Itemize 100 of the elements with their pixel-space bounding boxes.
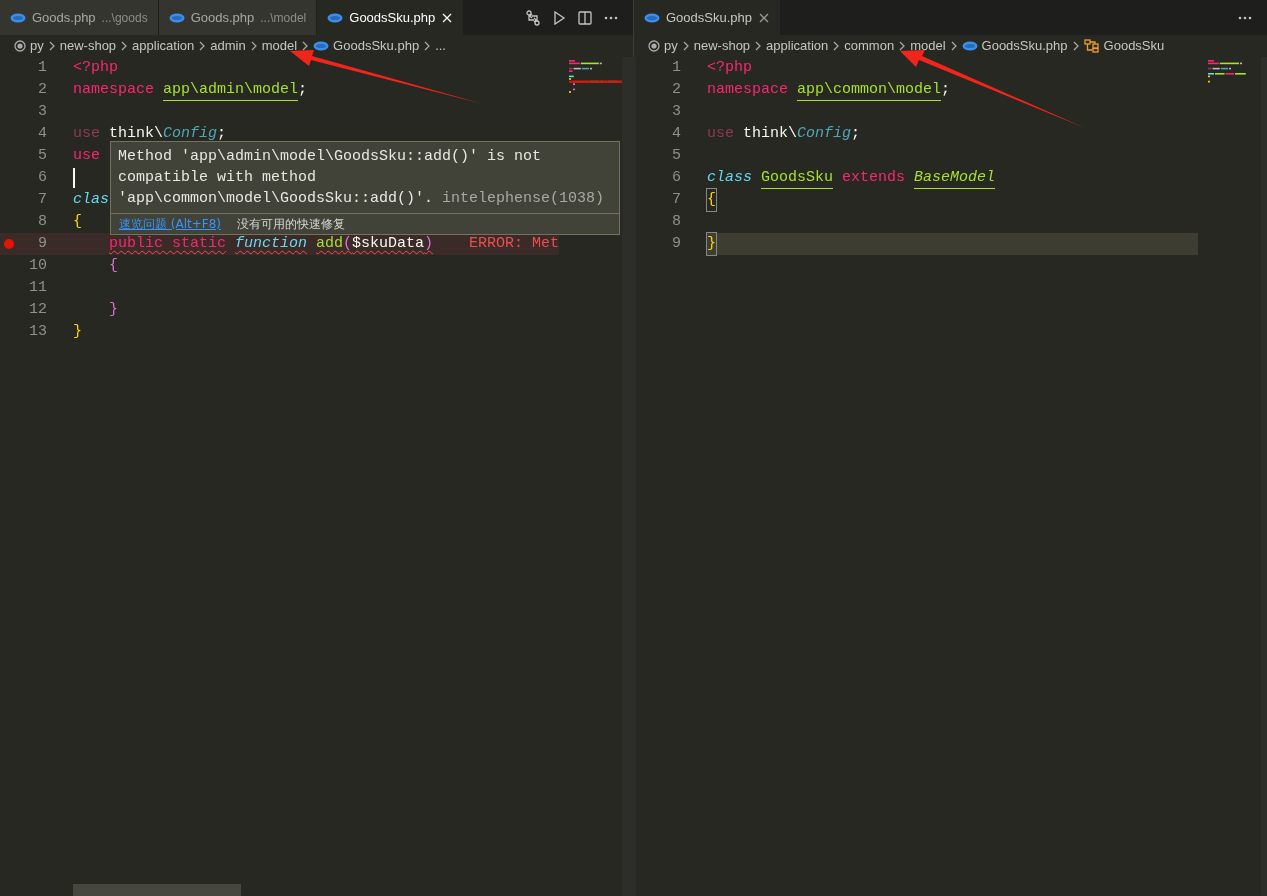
line-number: 10 bbox=[29, 257, 47, 274]
circle-icon bbox=[648, 40, 660, 52]
code-token: ; bbox=[298, 80, 308, 100]
breadcrumb-item[interactable]: application bbox=[766, 36, 829, 56]
code-token: ( bbox=[343, 234, 353, 254]
breadcrumb-item[interactable]: common bbox=[844, 36, 895, 56]
php-file-icon bbox=[168, 12, 185, 23]
chevron-icon bbox=[949, 41, 958, 51]
chevron-icon bbox=[120, 41, 129, 51]
line-number: 11 bbox=[29, 279, 47, 296]
horizontal-scrollbar[interactable] bbox=[73, 884, 241, 896]
line-number: 7 bbox=[38, 191, 47, 208]
code-token: <?php bbox=[707, 58, 752, 78]
breadcrumb-item[interactable]: GoodsSku.php bbox=[981, 36, 1068, 56]
chevron-icon bbox=[754, 41, 763, 51]
inline-error-message: ERROR: Met bbox=[469, 234, 560, 254]
line-number: 9 bbox=[38, 235, 47, 252]
breadcrumb-item[interactable]: new-shop bbox=[693, 36, 751, 56]
code-token: } bbox=[109, 300, 118, 320]
code-token: { bbox=[73, 212, 82, 232]
line-number: 6 bbox=[38, 169, 47, 186]
php-file-icon bbox=[313, 41, 330, 51]
code-token: add bbox=[316, 234, 344, 254]
line-number: 12 bbox=[29, 301, 47, 318]
code-token: extends bbox=[842, 168, 906, 188]
code-token: namespace bbox=[707, 80, 788, 100]
code-token: use bbox=[73, 146, 100, 166]
php-file-icon bbox=[327, 12, 344, 23]
code-token: use bbox=[707, 124, 734, 144]
code-token: BaseModel bbox=[914, 167, 996, 189]
breadcrumb-item[interactable]: ... bbox=[435, 36, 446, 56]
code-token: { bbox=[109, 256, 118, 276]
breadcrumb-item[interactable]: model bbox=[261, 36, 298, 56]
line-number: 4 bbox=[672, 125, 681, 142]
circle-icon bbox=[14, 40, 26, 52]
breadcrumb-item[interactable]: new-shop bbox=[59, 36, 117, 56]
chevron-icon bbox=[832, 41, 841, 51]
no-quick-fix-text: 没有可用的快速修复 bbox=[237, 216, 346, 233]
line-number: 3 bbox=[672, 103, 681, 120]
chevron-icon bbox=[898, 41, 907, 51]
code-token: think\ bbox=[109, 124, 164, 144]
code-token: think\ bbox=[743, 124, 798, 144]
line-number: 3 bbox=[38, 103, 47, 120]
code-token: public static bbox=[109, 234, 227, 254]
line-number: 1 bbox=[38, 59, 47, 76]
code-token: function bbox=[235, 234, 308, 254]
code-token: ; bbox=[217, 124, 227, 144]
php-file-icon bbox=[10, 12, 26, 23]
line-number: 2 bbox=[38, 81, 47, 98]
editor-tab[interactable]: GoodsSku.php bbox=[317, 0, 465, 35]
chevron-icon bbox=[249, 41, 258, 51]
class-icon bbox=[1083, 39, 1100, 53]
line-number: 8 bbox=[38, 213, 47, 230]
breadcrumb-item[interactable]: py bbox=[664, 36, 678, 56]
chevron-icon bbox=[681, 41, 690, 51]
line-number: 6 bbox=[672, 169, 681, 186]
php-file-icon bbox=[961, 41, 978, 51]
code-token: Config bbox=[797, 124, 852, 144]
breadcrumb-item[interactable]: py bbox=[30, 36, 44, 56]
code-token: <?php bbox=[73, 58, 118, 78]
code-token: GoodsSku bbox=[761, 167, 834, 189]
code-token: ; bbox=[851, 124, 861, 144]
run-icon[interactable] bbox=[551, 9, 567, 26]
line-number: 8 bbox=[672, 213, 681, 230]
line-number: 4 bbox=[38, 125, 47, 142]
split-editor-icon[interactable] bbox=[577, 9, 593, 26]
breadcrumb-item[interactable]: admin bbox=[210, 36, 246, 56]
vertical-scrollbar[interactable] bbox=[622, 57, 637, 896]
chevron-icon bbox=[1071, 41, 1080, 51]
compare-changes-icon[interactable] bbox=[525, 9, 541, 26]
line-number: 13 bbox=[29, 323, 47, 340]
line-number: 2 bbox=[672, 81, 681, 98]
breadcrumb-item[interactable]: application bbox=[132, 36, 195, 56]
code-token: use bbox=[73, 124, 100, 144]
breadcrumb-item[interactable]: GoodsSku.php bbox=[333, 36, 420, 56]
chevron-icon bbox=[47, 41, 56, 51]
php-file-icon bbox=[644, 12, 660, 23]
chevron-icon bbox=[198, 41, 207, 51]
code-token: ) bbox=[424, 234, 434, 254]
line-number: 9 bbox=[672, 235, 681, 252]
code-token: clas bbox=[73, 190, 109, 210]
line-number: 1 bbox=[672, 59, 681, 76]
line-number: 7 bbox=[672, 191, 681, 208]
close-icon[interactable] bbox=[441, 11, 454, 24]
editor-tab[interactable]: GoodsSku.php bbox=[634, 0, 781, 35]
code-token: app\admin\model bbox=[163, 79, 299, 101]
breadcrumb-item[interactable]: model bbox=[910, 36, 946, 56]
editor-tab[interactable]: Goods.php ...\goods bbox=[0, 0, 159, 35]
code-token: namespace bbox=[73, 80, 154, 100]
line-number: 5 bbox=[38, 147, 47, 164]
chevron-icon bbox=[423, 41, 432, 51]
code-token: class bbox=[707, 168, 752, 188]
code-token: Config bbox=[163, 124, 218, 144]
editor-tab[interactable]: Goods.php ...\model bbox=[158, 0, 318, 35]
code-token: } bbox=[707, 233, 716, 255]
breakpoint-dot[interactable] bbox=[4, 239, 14, 249]
breadcrumb-item[interactable]: GoodsSku bbox=[1103, 36, 1165, 56]
error-message: Method 'app\admin\model\GoodsSku::add()' is not compatible with method 'app\common\model\GoodsSku::add()'. intelephense(1038) bbox=[117, 147, 606, 209]
code-token: $skuData bbox=[352, 234, 425, 254]
code-token: } bbox=[73, 322, 82, 342]
